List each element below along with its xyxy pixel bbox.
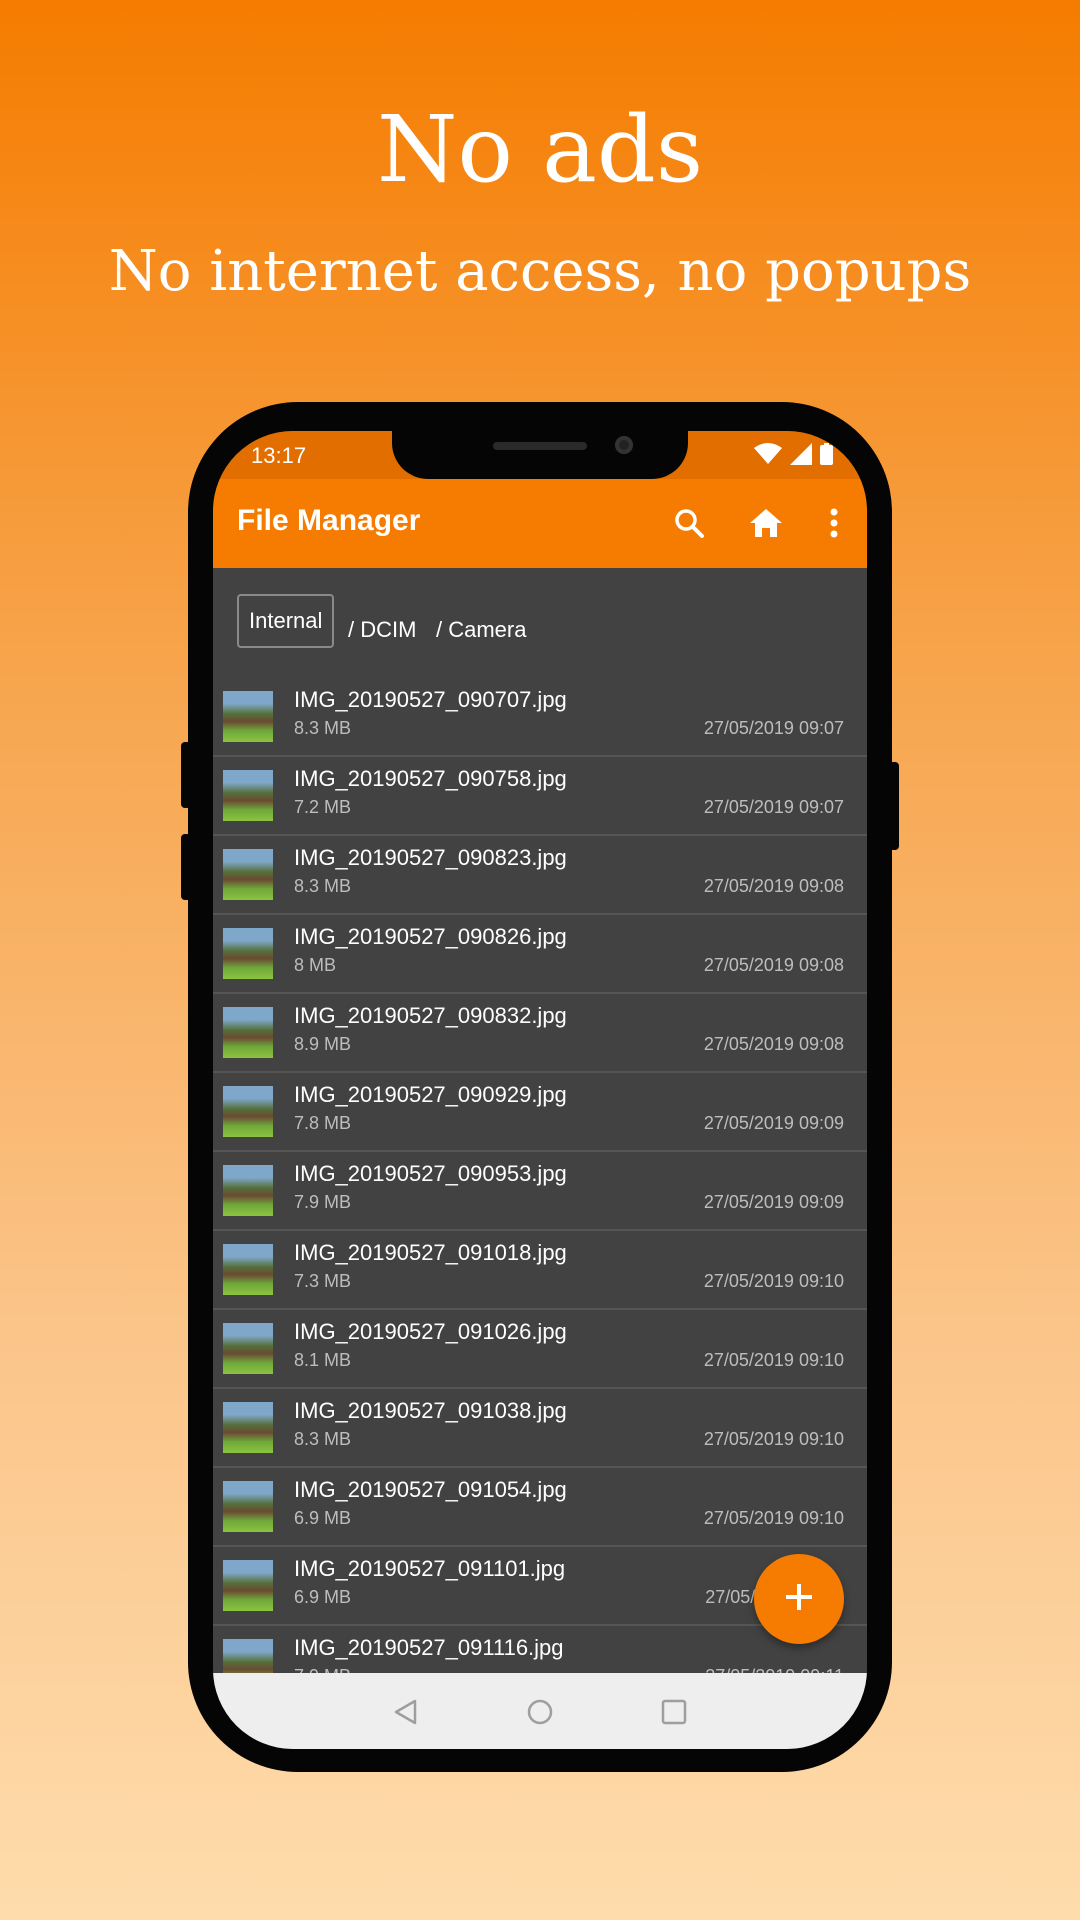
file-name: IMG_20190527_090758.jpg (294, 766, 567, 791)
file-row[interactable]: IMG_20190527_090823.jpg 8.3 MB 27/05/2019 … (213, 836, 867, 915)
system-nav-bar (213, 1673, 867, 1749)
file-size: 8.3 MB (294, 1429, 352, 1449)
file-row[interactable]: IMG_20190527_090929.jpg 7.8 MB 27/05/2019 … (213, 1073, 867, 1152)
image-thumbnail (223, 1244, 273, 1295)
file-row[interactable]: IMG_20190527_091038.jpg 8.3 MB 27/05/2019 … (213, 1389, 867, 1468)
file-date: 27/05/2019 09:10 (703, 1508, 844, 1528)
status-time: 13:17 (251, 443, 307, 468)
phone-volume-up-button (181, 742, 191, 808)
file-size: 7.9 MB (294, 1192, 352, 1212)
image-thumbnail (223, 1007, 273, 1058)
back-icon[interactable] (391, 1697, 421, 1727)
home-circle-icon[interactable] (525, 1697, 555, 1727)
file-name: IMG_20190527_091101.jpg (294, 1556, 566, 1581)
file-date: 27/05/2019 09:10 (703, 1271, 844, 1291)
app-toolbar: File Manager (213, 479, 867, 568)
breadcrumb-internal[interactable]: Internal (237, 594, 335, 648)
file-date: 27/05/2019 09:10 (703, 1429, 844, 1449)
file-name: IMG_20190527_091116.jpg (294, 1635, 564, 1660)
file-row[interactable]: IMG_20190527_090953.jpg 7.9 MB 27/05/2019 … (213, 1152, 867, 1231)
front-camera (615, 436, 633, 454)
file-size: 7.2 MB (294, 797, 352, 817)
image-thumbnail (223, 691, 273, 742)
file-size: 8.9 MB (294, 1034, 352, 1054)
image-thumbnail (223, 1323, 273, 1374)
breadcrumb-camera[interactable]: / Camera (436, 605, 526, 655)
file-name: IMG_20190527_091038.jpg (294, 1398, 567, 1423)
file-date: 27/05/2019 09:09 (703, 1113, 844, 1133)
file-size: 8.3 MB (294, 876, 352, 896)
notch (392, 431, 688, 479)
image-thumbnail (223, 1086, 273, 1137)
file-name: IMG_20190527_090707.jpg (294, 687, 567, 712)
file-row[interactable]: IMG_20190527_091054.jpg 6.9 MB 27/05/2019 … (213, 1468, 867, 1547)
recents-icon[interactable] (659, 1697, 689, 1727)
file-row[interactable]: IMG_20190527_090826.jpg 8 MB 27/05/2019 09… (213, 915, 867, 994)
image-thumbnail (223, 849, 273, 900)
file-row[interactable]: IMG_20190527_090707.jpg 8.3 MB 27/05/2019 … (213, 678, 867, 757)
file-size: 6.9 MB (294, 1587, 352, 1607)
file-name: IMG_20190527_090953.jpg (294, 1161, 567, 1186)
file-date: 27/05/2019 09:08 (703, 955, 844, 975)
image-thumbnail (223, 928, 273, 979)
phone-screen: 13:17 File Manager Internal / DCIM / Cam… (213, 431, 867, 1749)
file-row[interactable]: IMG_20190527_090758.jpg 7.2 MB 27/05/2019 … (213, 757, 867, 836)
file-name: IMG_20190527_090823.jpg (294, 845, 567, 870)
file-row[interactable]: IMG_20190527_090832.jpg 8.9 MB 27/05/2019 … (213, 994, 867, 1073)
status-icons (754, 442, 833, 470)
subheadline: No internet access, no popups (108, 239, 972, 304)
file-name: IMG_20190527_091054.jpg (294, 1477, 567, 1502)
image-thumbnail (223, 1402, 273, 1453)
status-bar: 13:17 (213, 431, 867, 479)
headline: No ads (376, 96, 704, 203)
add-fab-button[interactable] (754, 1554, 844, 1644)
file-date: 27/05/2019 09:08 (703, 1034, 844, 1054)
file-date: 27/05/2019 09:07 (703, 797, 844, 817)
home-icon[interactable] (746, 503, 786, 543)
file-size: 6.9 MB (294, 1508, 352, 1528)
file-row[interactable]: IMG_20190527_091018.jpg 7.3 MB 27/05/2019 … (213, 1231, 867, 1310)
wifi-icon (754, 442, 782, 470)
file-size: 7.8 MB (294, 1113, 352, 1133)
signal-icon (790, 442, 812, 470)
file-name: IMG_20190527_090929.jpg (294, 1082, 567, 1107)
file-name: IMG_20190527_090832.jpg (294, 1003, 567, 1028)
app-title: File Manager (237, 504, 421, 537)
file-size: 8.1 MB (294, 1350, 352, 1370)
file-size: 8 MB (294, 955, 337, 975)
image-thumbnail (223, 1481, 273, 1532)
image-thumbnail (223, 770, 273, 821)
battery-icon (820, 442, 833, 470)
phone-power-button (889, 762, 899, 850)
add-icon (784, 1582, 814, 1617)
file-date: 27/05/2019 09:10 (703, 1350, 844, 1370)
file-name: IMG_20190527_090826.jpg (294, 924, 567, 949)
file-name: IMG_20190527_091026.jpg (294, 1319, 567, 1344)
earpiece-speaker (493, 442, 587, 450)
file-size: 7.3 MB (294, 1271, 352, 1291)
file-date: 27/05/2019 09:09 (703, 1192, 844, 1212)
file-list: IMG_20190527_090707.jpg 8.3 MB 27/05/2019 … (213, 678, 867, 1705)
file-size: 8.3 MB (294, 718, 352, 738)
file-date: 27/05/2019 09:08 (703, 876, 844, 896)
file-row[interactable]: IMG_20190527_091026.jpg 8.1 MB 27/05/2019 … (213, 1310, 867, 1389)
breadcrumb-dcim[interactable]: / DCIM (348, 605, 416, 655)
image-thumbnail (223, 1560, 273, 1611)
image-thumbnail (223, 1165, 273, 1216)
file-name: IMG_20190527_091018.jpg (294, 1240, 567, 1265)
search-icon[interactable] (669, 503, 709, 543)
phone-volume-down-button (181, 834, 191, 900)
file-date: 27/05/2019 09:07 (703, 718, 844, 738)
more-vert-icon[interactable] (814, 503, 854, 543)
breadcrumb: Internal / DCIM / Camera (213, 568, 867, 678)
